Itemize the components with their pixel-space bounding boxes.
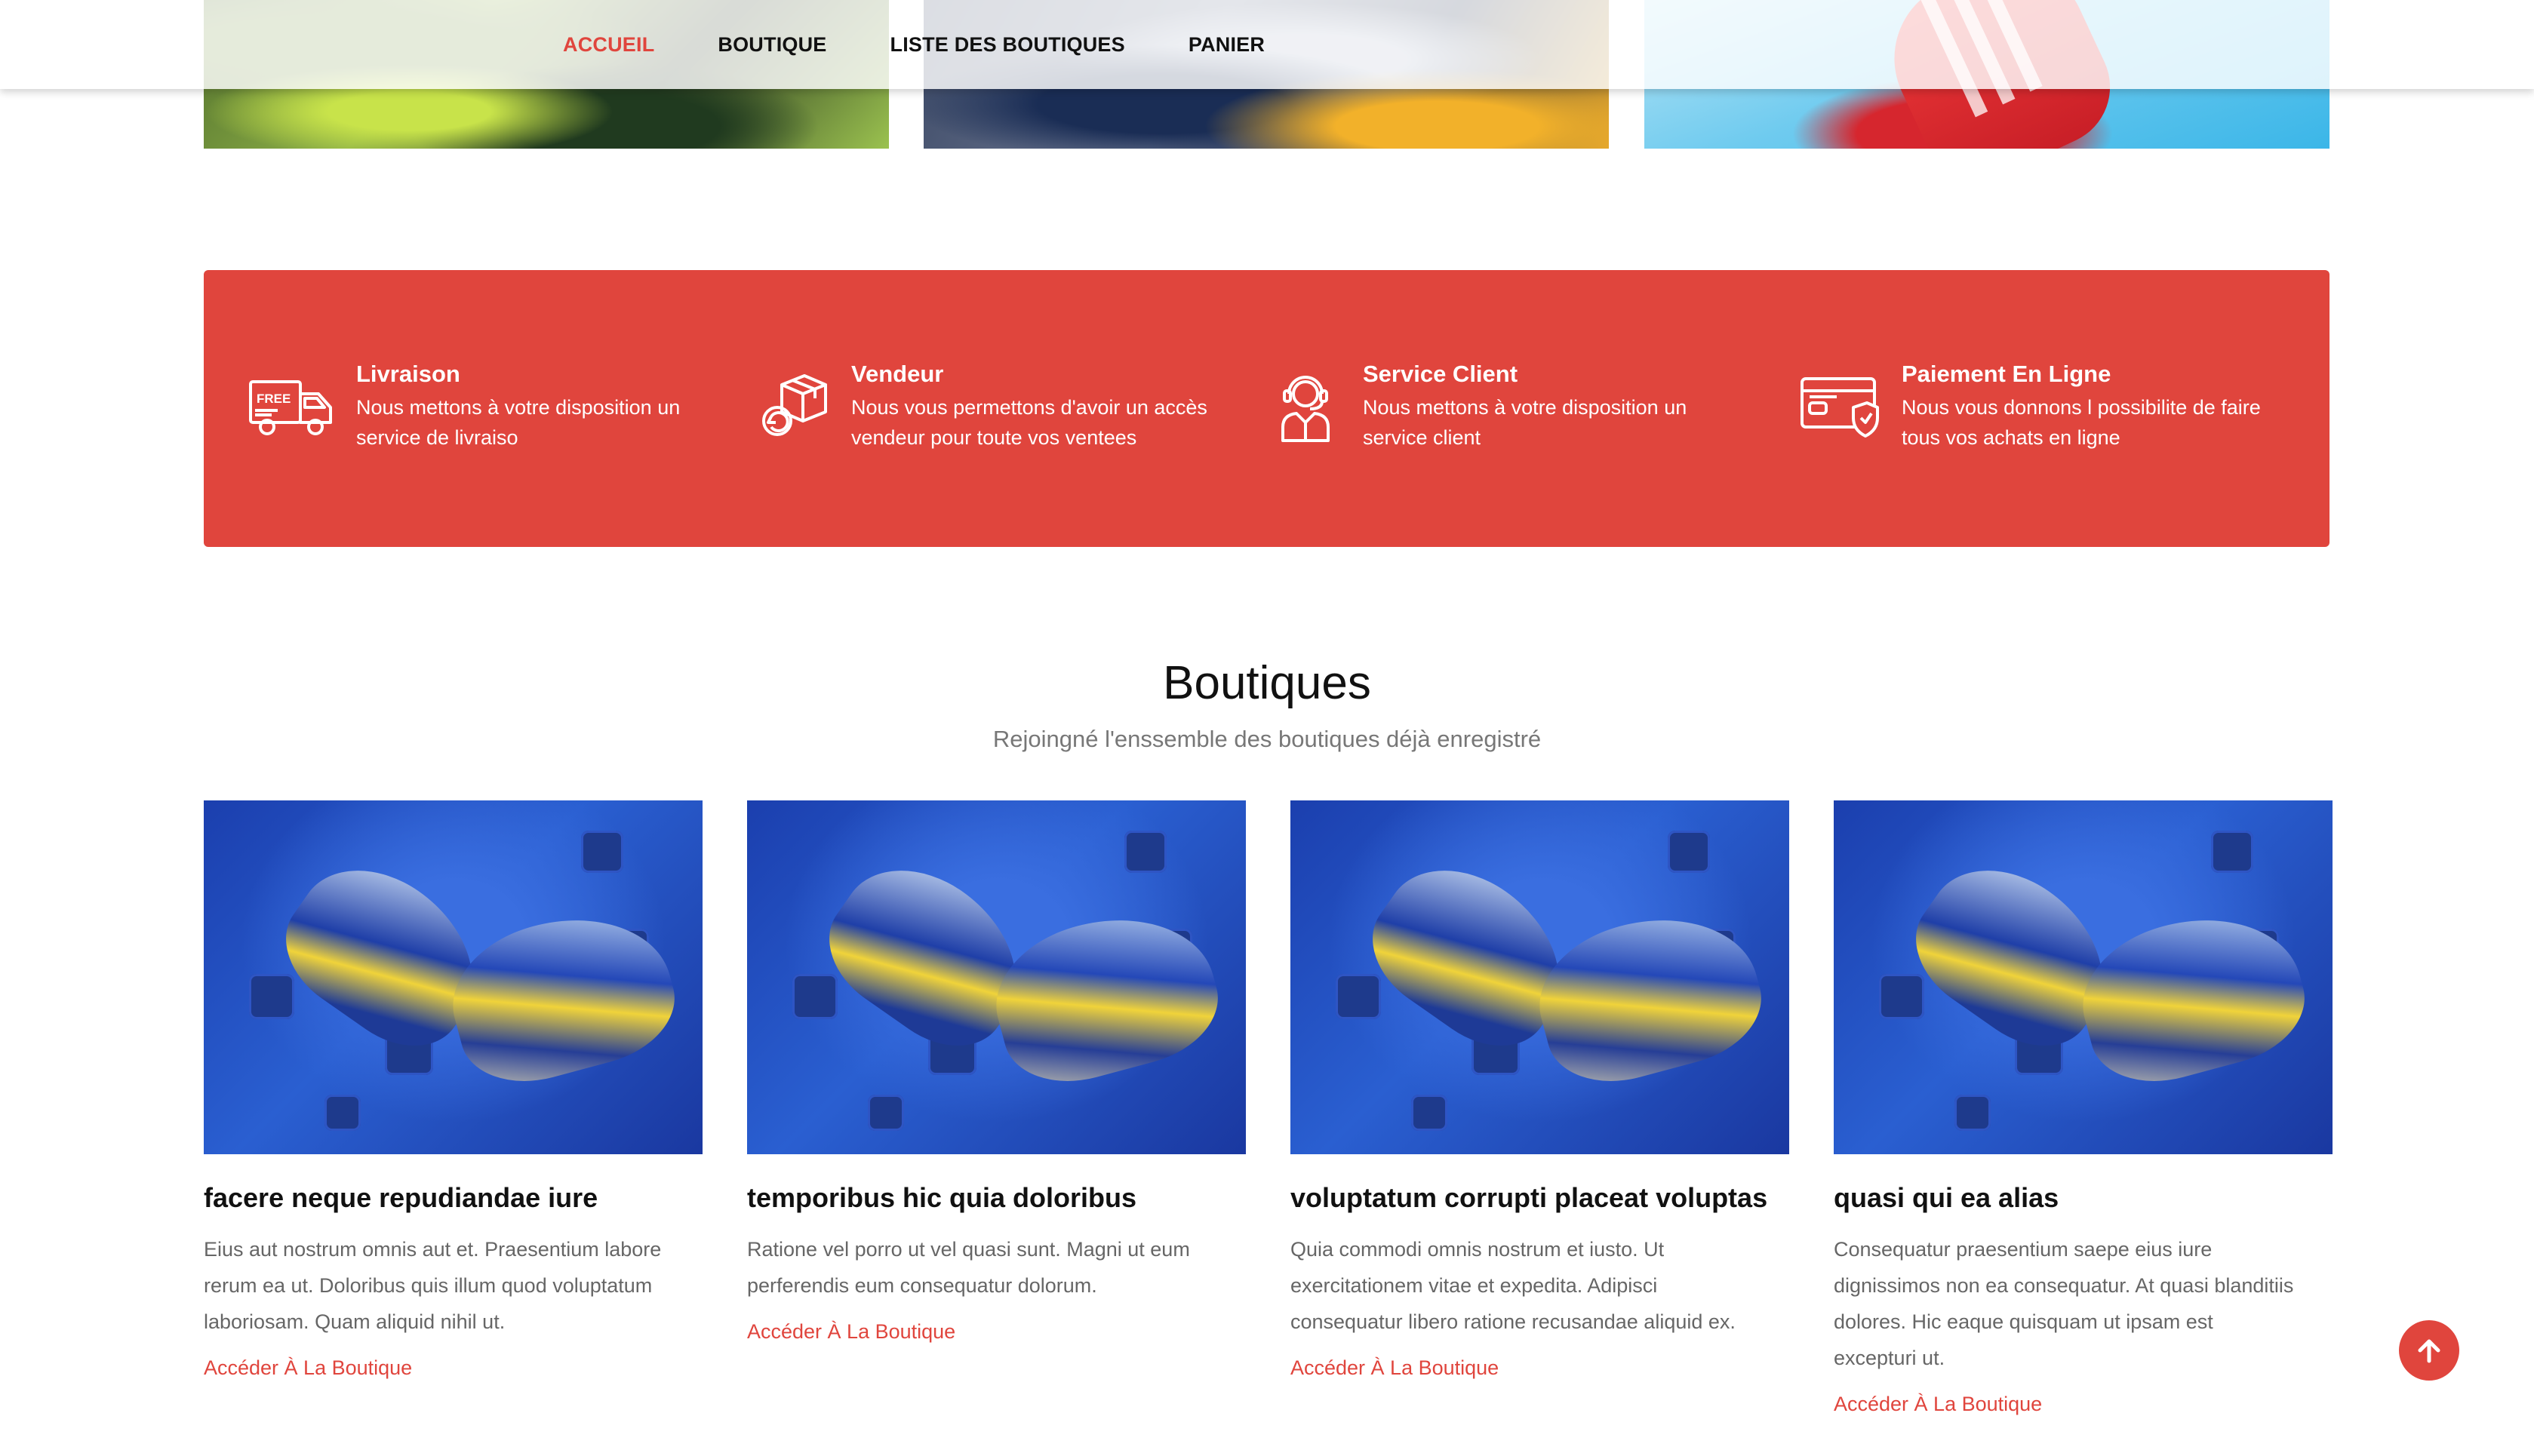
feature-paiement-en-ligne: Paiement En Ligne Nous vous donnons l po… [1799, 361, 2261, 453]
shop-desc-line: dignissimos non ea consequatur. At quasi… [1834, 1274, 2294, 1297]
secure-payment-card-icon [1799, 368, 1881, 444]
shop-description: Consequatur praesentium saepe eius iure … [1834, 1231, 2333, 1376]
shop-description: Eius aut nostrum omnis aut et. Praesenti… [204, 1231, 703, 1340]
feature-desc-line: service client [1363, 426, 1481, 449]
shop-desc-line: rerum ea ut. Doloribus quis illum quod v… [204, 1274, 653, 1297]
feature-description: Nous vous permettons d'avoir un accès ve… [851, 392, 1207, 453]
feature-desc-line: vendeur pour toute vos ventees [851, 426, 1137, 449]
shop-desc-line: Eius aut nostrum omnis aut et. Praesenti… [204, 1238, 662, 1261]
shop-desc-line: consequatur libero ratione recusandae al… [1290, 1310, 1736, 1333]
arrow-up-icon [2418, 1339, 2440, 1363]
free-delivery-truck-icon: FREE [248, 368, 335, 444]
feature-service-client: Service Client Nous mettons à votre disp… [1269, 361, 1687, 453]
shop-desc-line: perferendis eum consequatur dolorum. [747, 1274, 1097, 1297]
nav-item-accueil[interactable]: ACCUEIL [563, 33, 654, 57]
feature-desc-line: service de livraiso [356, 426, 518, 449]
feature-text: Service Client Nous mettons à votre disp… [1363, 361, 1687, 453]
shop-desc-line: dolores. Hic eaque quisquam ut ipsam est [1834, 1310, 2213, 1333]
feature-description: Nous vous donnons l possibilite de faire… [1902, 392, 2261, 453]
shop-name[interactable]: temporibus hic quia doloribus [747, 1181, 1246, 1215]
feature-livraison: FREE Livraison Nous mettons à votre disp… [248, 361, 680, 453]
feature-desc-line: Nous vous donnons l possibilite de faire [1902, 396, 2261, 419]
feature-vendeur: Vendeur Nous vous permettons d'avoir un … [755, 361, 1207, 453]
section-subtitle: Rejoingné l'enssemble des boutiques déjà… [992, 726, 1542, 752]
shop-image[interactable] [747, 800, 1246, 1154]
shop-card: voluptatum corrupti placeat voluptas Qui… [1290, 800, 1789, 1380]
shop-card: facere neque repudiandae iure Eius aut n… [204, 800, 703, 1380]
nav-item-liste-des-boutiques[interactable]: LISTE DES BOUTIQUES [890, 33, 1125, 57]
feature-title: Livraison [356, 361, 460, 387]
feature-desc-line: Nous mettons à votre disposition un [1363, 396, 1687, 419]
box-return-icon [755, 368, 830, 444]
shop-desc-line: Quia commodi omnis nostrum et iusto. Ut [1290, 1238, 1665, 1261]
feature-text: Paiement En Ligne Nous vous donnons l po… [1902, 361, 2261, 453]
shop-image[interactable] [204, 800, 703, 1154]
customer-service-headset-icon [1269, 368, 1342, 444]
feature-desc-line: tous vos achats en ligne [1902, 426, 2120, 449]
shop-description: Ratione vel porro ut vel quasi sunt. Mag… [747, 1231, 1246, 1304]
shop-access-link[interactable]: Accéder À La Boutique [747, 1320, 955, 1344]
back-to-top-button[interactable] [2399, 1320, 2459, 1381]
shop-name[interactable]: facere neque repudiandae iure [204, 1181, 703, 1215]
shop-card: temporibus hic quia doloribus Ratione ve… [747, 800, 1246, 1344]
shop-name[interactable]: quasi qui ea alias [1834, 1181, 2333, 1215]
shop-desc-line: exercitationem vitae et expedita. Adipis… [1290, 1274, 1658, 1297]
feature-title: Paiement En Ligne [1902, 361, 2111, 387]
nav-item-boutique[interactable]: BOUTIQUE [718, 33, 826, 57]
top-navbar: ACCUEIL BOUTIQUE LISTE DES BOUTIQUES PAN… [0, 0, 2534, 89]
shop-name[interactable]: voluptatum corrupti placeat voluptas [1290, 1181, 1789, 1215]
feature-description: Nous mettons à votre disposition un serv… [356, 392, 680, 453]
shop-desc-line: excepturi ut. [1834, 1347, 1945, 1369]
section-title: Boutiques [1163, 657, 1371, 709]
shop-desc-line: Ratione vel porro ut vel quasi sunt. Mag… [747, 1238, 1190, 1261]
shop-image[interactable] [1290, 800, 1789, 1154]
feature-title: Vendeur [851, 361, 944, 387]
shop-image[interactable] [1834, 800, 2333, 1154]
feature-description: Nous mettons à votre disposition un serv… [1363, 392, 1687, 453]
shop-desc-line: laboriosam. Quam aliquid nihil ut. [204, 1310, 506, 1333]
shop-card: quasi qui ea alias Consequatur praesenti… [1834, 800, 2333, 1416]
svg-text:FREE: FREE [257, 392, 291, 406]
shop-desc-line: Consequatur praesentium saepe eius iure [1834, 1238, 2213, 1261]
feature-desc-line: Nous vous permettons d'avoir un accès [851, 396, 1207, 419]
nav-links: ACCUEIL BOUTIQUE LISTE DES BOUTIQUES PAN… [563, 0, 1328, 89]
shop-description: Quia commodi omnis nostrum et iusto. Ut … [1290, 1231, 1789, 1340]
feature-text: Livraison Nous mettons à votre dispositi… [356, 361, 680, 453]
shop-access-link[interactable]: Accéder À La Boutique [1290, 1356, 1499, 1380]
feature-title: Service Client [1363, 361, 1518, 387]
features-band: FREE Livraison Nous mettons à votre disp… [204, 270, 2329, 547]
nav-item-panier[interactable]: PANIER [1189, 33, 1265, 57]
feature-text: Vendeur Nous vous permettons d'avoir un … [851, 361, 1207, 453]
shop-access-link[interactable]: Accéder À La Boutique [204, 1356, 412, 1380]
feature-desc-line: Nous mettons à votre disposition un [356, 396, 681, 419]
shop-access-link[interactable]: Accéder À La Boutique [1834, 1393, 2042, 1416]
